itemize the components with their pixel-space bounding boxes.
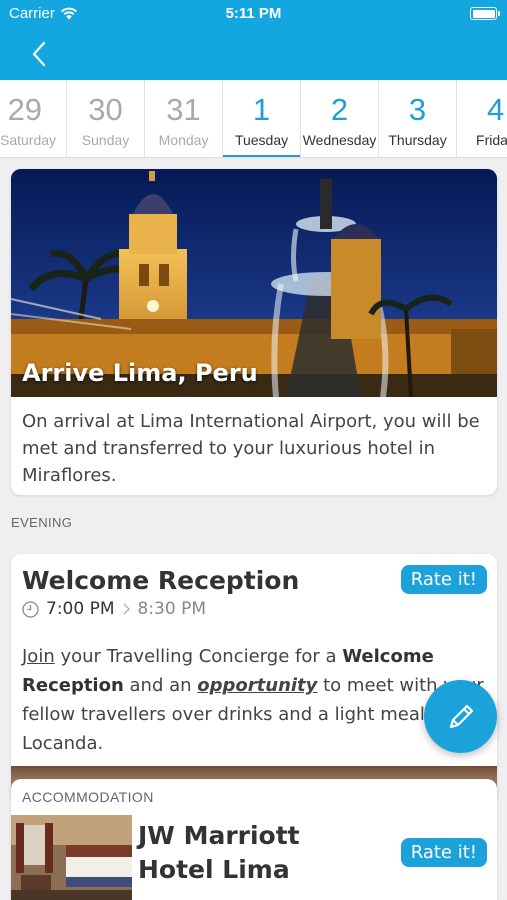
desc-bold-2: opportunity <box>197 675 318 696</box>
chevron-left-icon <box>32 41 46 67</box>
event-time: 7:00 PM 8:30 PM <box>22 599 206 619</box>
day-name: Monday <box>158 132 209 148</box>
day-tab-3[interactable]: 3 Thursday <box>379 80 458 157</box>
day-number: 2 <box>330 92 349 127</box>
section-label-evening: EVENING <box>11 515 73 530</box>
accommodation-card[interactable]: ACCOMMODATION JW Marriott Hotel Lima Rat… <box>11 779 497 900</box>
day-selector: 29 Saturday 30 Sunday 31 Monday 1 Tuesda… <box>0 80 507 158</box>
hotel-name: JW Marriott Hotel Lima <box>138 821 300 884</box>
day-name: Tuesday <box>234 132 289 148</box>
day-number: 1 <box>252 92 271 127</box>
day-tab-1[interactable]: 1 Tuesday <box>223 80 302 157</box>
rate-event-button[interactable]: Rate it! <box>400 565 487 594</box>
day-number: 4 <box>487 92 505 127</box>
day-tab-4[interactable]: 4 Friday <box>457 80 507 157</box>
day-name: Friday <box>476 132 507 148</box>
join-text: Join <box>22 646 55 667</box>
arrival-card[interactable]: Arrive Lima, Peru On arrival at Lima Int… <box>11 169 497 495</box>
day-number: 30 <box>88 92 123 127</box>
arrival-title: Arrive Lima, Peru <box>22 359 258 387</box>
day-number: 29 <box>7 92 43 127</box>
day-tab-29[interactable]: 29 Saturday <box>0 80 68 157</box>
edit-fab-button[interactable] <box>424 680 497 753</box>
day-number: 31 <box>166 92 201 127</box>
day-name: Sunday <box>81 132 130 148</box>
clock: 5:11 PM <box>225 5 282 22</box>
day-tab-2[interactable]: 2 Wednesday <box>301 80 380 157</box>
lima-cathedral-photo: Arrive Lima, Peru <box>11 169 497 397</box>
battery-icon <box>470 7 500 20</box>
desc-text-2: and an <box>123 675 198 696</box>
day-name: Saturday <box>0 132 57 148</box>
hotel-room-photo <box>11 815 132 900</box>
desc-text-1: your Travelling Concierge for a <box>54 646 343 667</box>
arrival-description: On arrival at Lima International Airport… <box>22 411 480 486</box>
accommodation-label: ACCOMMODATION <box>22 789 154 805</box>
day-name: Wednesday <box>302 132 377 148</box>
event-start-time: 7:00 PM <box>46 599 115 619</box>
event-title: Welcome Reception <box>22 566 300 595</box>
nav-bar <box>0 28 507 80</box>
back-button[interactable] <box>22 37 56 71</box>
day-tab-30[interactable]: 30 Sunday <box>67 80 146 157</box>
rate-hotel-button[interactable]: Rate it! <box>400 838 487 867</box>
day-tab-31[interactable]: 31 Monday <box>145 80 224 157</box>
chevron-right-icon <box>123 603 130 615</box>
pencil-icon <box>449 704 473 728</box>
event-card[interactable]: Welcome Reception Rate it! 7:00 PM 8:30 … <box>11 554 497 804</box>
day-name: Thursday <box>388 132 447 148</box>
clock-icon <box>22 600 39 618</box>
status-bar: Carrier 5:11 PM <box>0 0 507 28</box>
event-end-time: 8:30 PM <box>137 599 207 619</box>
day-number: 3 <box>408 92 427 127</box>
event-description: Join your Travelling Concierge for a Wel… <box>22 642 486 758</box>
